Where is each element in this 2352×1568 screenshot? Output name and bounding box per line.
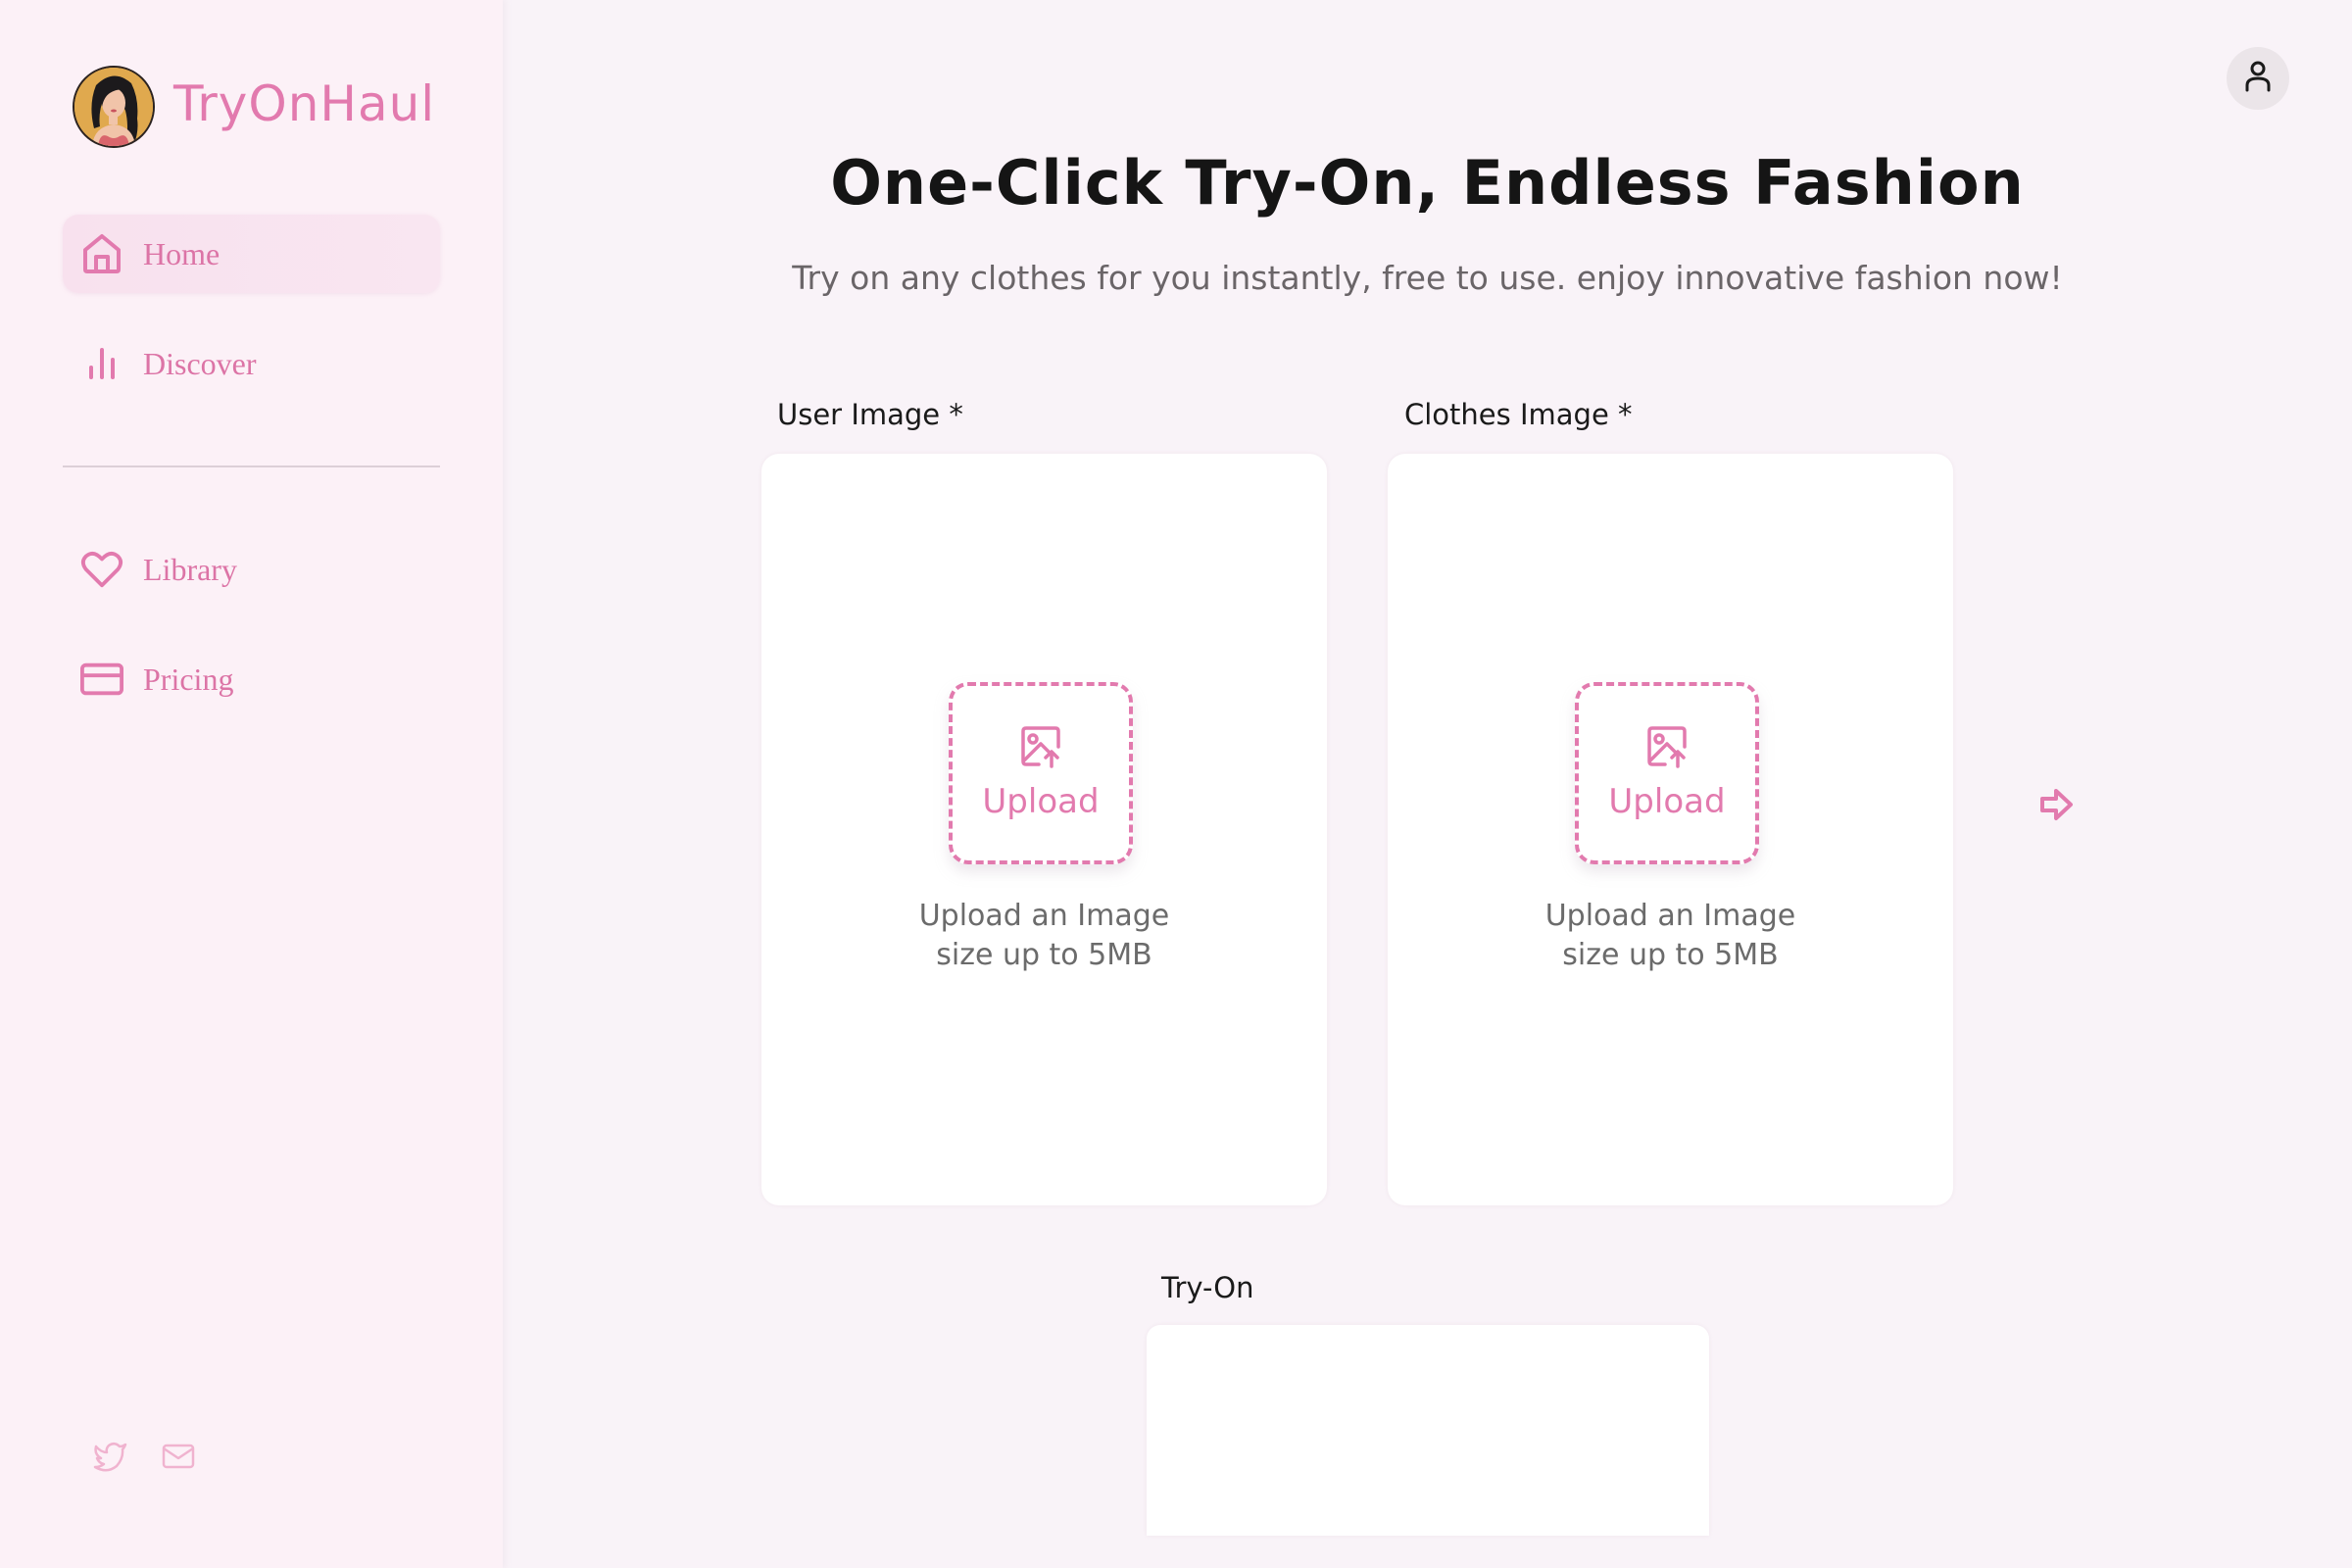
sidebar-item-label: Discover xyxy=(143,345,257,381)
next-arrow-button[interactable] xyxy=(2036,784,2078,825)
upload-caption-line1: Upload an Image xyxy=(918,899,1170,933)
logo[interactable]: TryOnHaul xyxy=(73,66,435,148)
arrow-right-icon xyxy=(2036,789,2078,829)
clothes-image-upload-button[interactable]: Upload xyxy=(1575,682,1759,864)
sidebar-item-label: Home xyxy=(143,235,220,271)
clothes-image-label: Clothes Image * xyxy=(1404,398,1633,431)
mail-icon[interactable] xyxy=(161,1439,196,1474)
home-icon xyxy=(80,232,123,275)
twitter-icon[interactable] xyxy=(93,1439,128,1474)
upload-label: Upload xyxy=(982,782,1100,821)
upload-caption-line1: Upload an Image xyxy=(1544,899,1796,933)
bar-chart-icon xyxy=(80,342,123,385)
sidebar-item-library[interactable]: Library xyxy=(63,530,440,609)
user-image-label: User Image * xyxy=(777,398,963,431)
woman-avatar-logo-icon xyxy=(73,66,155,148)
upload-caption: Upload an Image size up to 5MB xyxy=(1388,897,1953,975)
sidebar-item-pricing[interactable]: Pricing xyxy=(63,640,440,718)
image-upload-icon xyxy=(1019,725,1062,772)
sidebar-item-discover[interactable]: Discover xyxy=(63,324,440,403)
try-on-result-panel xyxy=(1147,1325,1709,1536)
sidebar-item-label: Library xyxy=(143,551,237,587)
clothes-image-panel[interactable]: Upload Upload an Image size up to 5MB xyxy=(1388,454,1953,1205)
user-image-panel[interactable]: Upload Upload an Image size up to 5MB xyxy=(761,454,1327,1205)
try-on-label: Try-On xyxy=(1161,1271,1254,1304)
sidebar-item-home[interactable]: Home xyxy=(63,215,440,293)
sidebar-divider xyxy=(63,466,440,467)
heart-icon xyxy=(80,548,123,591)
user-image-upload-button[interactable]: Upload xyxy=(949,682,1133,864)
credit-card-icon xyxy=(80,658,123,701)
profile-button[interactable] xyxy=(2227,47,2289,110)
user-icon xyxy=(2243,60,2273,97)
upload-caption: Upload an Image size up to 5MB xyxy=(761,897,1327,975)
page-subtitle: Try on any clothes for you instantly, fr… xyxy=(792,259,2063,297)
page-title: One-Click Try-On, Endless Fashion xyxy=(830,147,2025,219)
upload-label: Upload xyxy=(1608,782,1726,821)
image-upload-icon xyxy=(1645,725,1689,772)
sidebar-item-label: Pricing xyxy=(143,661,234,697)
sidebar: TryOnHaul Home Discover Library Pricing xyxy=(0,0,503,1568)
upload-caption-line2: size up to 5MB xyxy=(936,938,1152,972)
upload-caption-line2: size up to 5MB xyxy=(1562,938,1779,972)
brand-name: TryOnHaul xyxy=(173,75,436,132)
